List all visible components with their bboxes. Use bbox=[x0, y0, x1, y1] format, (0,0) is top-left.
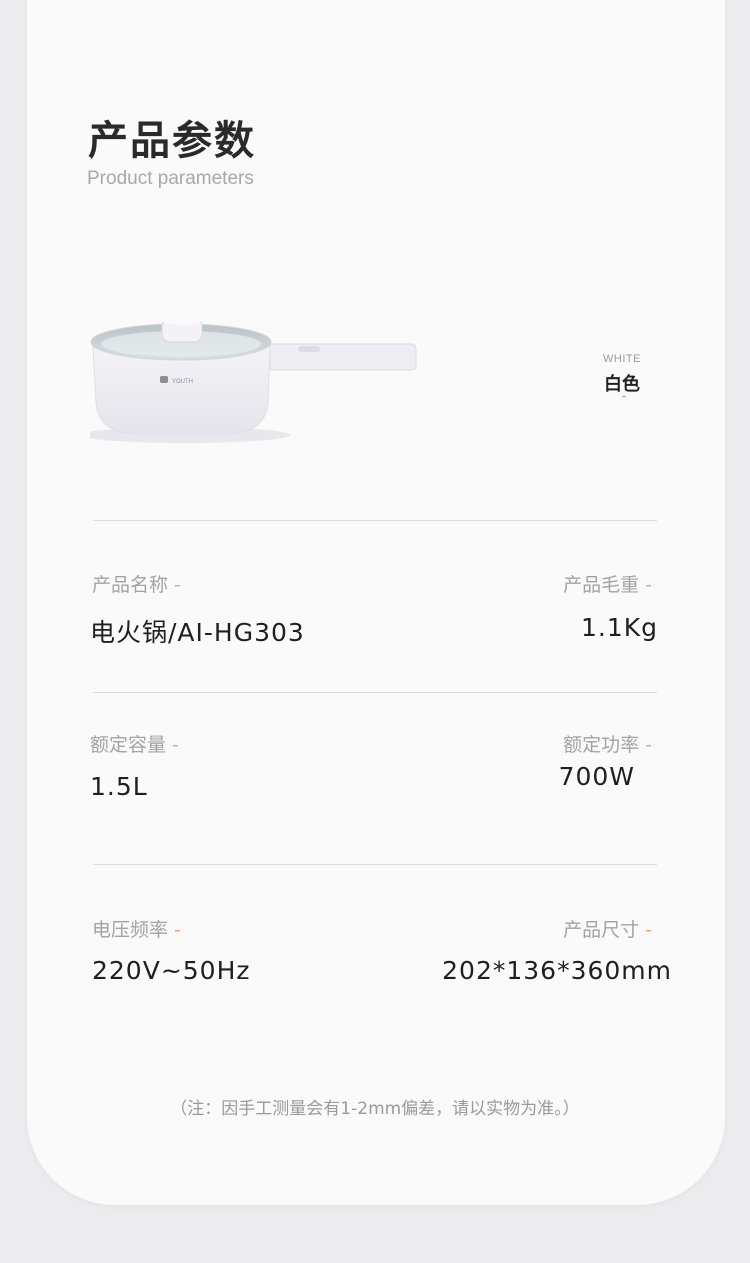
spec-value-size: 202*136*360mm bbox=[442, 956, 672, 985]
divider bbox=[93, 692, 657, 693]
spec-label-name: 产品名称 - bbox=[92, 574, 181, 596]
spec-label-weight: 产品毛重 - bbox=[563, 574, 652, 596]
color-dash bbox=[622, 396, 626, 397]
brand-mark: YOUTH bbox=[172, 379, 193, 385]
spec-value-name: 电火锅/AI-HG303 bbox=[90, 618, 305, 647]
color-name-cn: 白色 bbox=[604, 374, 640, 395]
spec-label-size: 产品尺寸 - bbox=[563, 919, 652, 941]
spec-value-weight: 1.1Kg bbox=[580, 613, 658, 642]
spec-label-power: 额定功率 - bbox=[563, 734, 652, 756]
divider bbox=[93, 520, 657, 521]
color-name-en: WHITE bbox=[603, 353, 641, 365]
brand-logo-icon bbox=[160, 376, 168, 383]
spec-value-voltage: 220V~50Hz bbox=[92, 956, 251, 985]
spec-value-capacity: 1.5L bbox=[90, 772, 148, 801]
measurement-note: （注：因手工测量会有1-2mm偏差，请以实物为准。） bbox=[170, 1099, 580, 1119]
spec-value-power: 700W bbox=[558, 762, 635, 791]
spec-label-capacity: 额定容量 - bbox=[90, 734, 179, 756]
divider bbox=[93, 864, 657, 865]
spec-label-voltage: 电压频率 - bbox=[92, 919, 181, 941]
product-image: YOUTH bbox=[90, 315, 417, 443]
page-subtitle: Product parameters bbox=[87, 168, 254, 189]
page-title: 产品参数 bbox=[88, 118, 256, 164]
